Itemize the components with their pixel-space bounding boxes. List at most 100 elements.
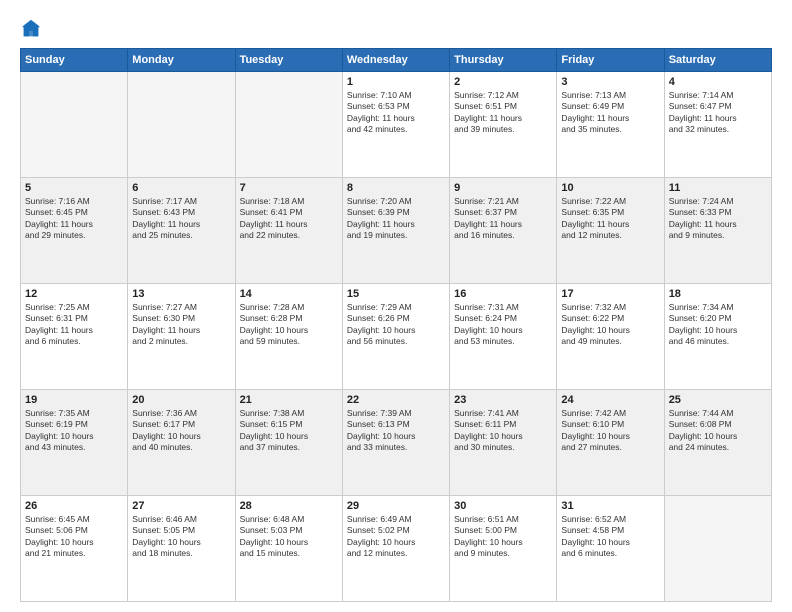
day-number: 22	[347, 394, 445, 406]
calendar-cell: 9 Sunrise: 7:21 AM Sunset: 6:37 PM Daylig…	[450, 178, 557, 284]
calendar-cell: 28Sunrise: 6:48 AM Sunset: 5:03 PM Dayli…	[235, 496, 342, 602]
day-number: 14	[240, 288, 338, 300]
day-number: 9	[454, 182, 552, 194]
calendar-week-row: 1Sunrise: 7:10 AM Sunset: 6:53 PM Daylig…	[21, 72, 772, 178]
weekday-header-friday: Friday	[557, 49, 664, 72]
calendar-cell: 13 Sunrise: 7:27 AM Sunset: 6:30 PM Dayli…	[128, 284, 235, 390]
day-info: Sunrise: 7:17 AM Sunset: 6:43 PM Dayligh…	[132, 196, 230, 242]
day-info: Sunrise: 7:42 AM Sunset: 6:10 PM Dayligh…	[561, 408, 659, 454]
day-info: Sunrise: 7:14 AM Sunset: 6:47 PM Dayligh…	[669, 90, 767, 136]
calendar-week-row: 19 Sunrise: 7:35 AM Sunset: 6:19 PM Dayli…	[21, 390, 772, 496]
header	[20, 18, 772, 40]
day-number: 2	[454, 76, 552, 88]
calendar-cell	[128, 72, 235, 178]
day-info: Sunrise: 7:34 AM Sunset: 6:20 PM Dayligh…	[669, 302, 767, 348]
day-info: Sunrise: 6:49 AM Sunset: 5:02 PM Dayligh…	[347, 514, 445, 560]
calendar-table: SundayMondayTuesdayWednesdayThursdayFrid…	[20, 48, 772, 602]
day-number: 21	[240, 394, 338, 406]
day-number: 25	[669, 394, 767, 406]
calendar-cell: 11 Sunrise: 7:24 AM Sunset: 6:33 PM Dayli…	[664, 178, 771, 284]
day-number: 16	[454, 288, 552, 300]
calendar-cell: 26 Sunrise: 6:45 AM Sunset: 5:06 PM Dayli…	[21, 496, 128, 602]
day-info: Sunrise: 7:44 AM Sunset: 6:08 PM Dayligh…	[669, 408, 767, 454]
calendar-cell: 8Sunrise: 7:20 AM Sunset: 6:39 PM Daylig…	[342, 178, 449, 284]
calendar-cell: 20 Sunrise: 7:36 AM Sunset: 6:17 PM Dayli…	[128, 390, 235, 496]
weekday-header-tuesday: Tuesday	[235, 49, 342, 72]
calendar-cell: 19 Sunrise: 7:35 AM Sunset: 6:19 PM Dayli…	[21, 390, 128, 496]
day-info: Sunrise: 7:21 AM Sunset: 6:37 PM Dayligh…	[454, 196, 552, 242]
calendar-cell: 16 Sunrise: 7:31 AM Sunset: 6:24 PM Dayli…	[450, 284, 557, 390]
calendar-cell	[235, 72, 342, 178]
calendar-cell: 27 Sunrise: 6:46 AM Sunset: 5:05 PM Dayli…	[128, 496, 235, 602]
day-number: 27	[132, 500, 230, 512]
day-number: 11	[669, 182, 767, 194]
day-info: Sunrise: 7:13 AM Sunset: 6:49 PM Dayligh…	[561, 90, 659, 136]
day-info: Sunrise: 7:12 AM Sunset: 6:51 PM Dayligh…	[454, 90, 552, 136]
day-info: Sunrise: 6:46 AM Sunset: 5:05 PM Dayligh…	[132, 514, 230, 560]
calendar-week-row: 26 Sunrise: 6:45 AM Sunset: 5:06 PM Dayli…	[21, 496, 772, 602]
day-info: Sunrise: 7:16 AM Sunset: 6:45 PM Dayligh…	[25, 196, 123, 242]
calendar-cell	[664, 496, 771, 602]
calendar-cell: 3 Sunrise: 7:13 AM Sunset: 6:49 PM Daylig…	[557, 72, 664, 178]
day-number: 28	[240, 500, 338, 512]
day-number: 19	[25, 394, 123, 406]
day-number: 1	[347, 76, 445, 88]
day-info: Sunrise: 7:27 AM Sunset: 6:30 PM Dayligh…	[132, 302, 230, 348]
calendar-cell: 12Sunrise: 7:25 AM Sunset: 6:31 PM Dayli…	[21, 284, 128, 390]
calendar-cell: 22 Sunrise: 7:39 AM Sunset: 6:13 PM Dayli…	[342, 390, 449, 496]
calendar-cell: 1Sunrise: 7:10 AM Sunset: 6:53 PM Daylig…	[342, 72, 449, 178]
day-info: Sunrise: 7:28 AM Sunset: 6:28 PM Dayligh…	[240, 302, 338, 348]
calendar-cell: 10 Sunrise: 7:22 AM Sunset: 6:35 PM Dayli…	[557, 178, 664, 284]
day-info: Sunrise: 7:36 AM Sunset: 6:17 PM Dayligh…	[132, 408, 230, 454]
day-number: 24	[561, 394, 659, 406]
calendar-cell: 14 Sunrise: 7:28 AM Sunset: 6:28 PM Dayli…	[235, 284, 342, 390]
calendar-cell: 21 Sunrise: 7:38 AM Sunset: 6:15 PM Dayli…	[235, 390, 342, 496]
weekday-header-wednesday: Wednesday	[342, 49, 449, 72]
calendar-cell: 25 Sunrise: 7:44 AM Sunset: 6:08 PM Dayli…	[664, 390, 771, 496]
calendar-cell: 31 Sunrise: 6:52 AM Sunset: 4:58 PM Dayli…	[557, 496, 664, 602]
day-number: 20	[132, 394, 230, 406]
day-number: 3	[561, 76, 659, 88]
day-info: Sunrise: 7:18 AM Sunset: 6:41 PM Dayligh…	[240, 196, 338, 242]
day-info: Sunrise: 7:41 AM Sunset: 6:11 PM Dayligh…	[454, 408, 552, 454]
day-info: Sunrise: 6:51 AM Sunset: 5:00 PM Dayligh…	[454, 514, 552, 560]
day-info: Sunrise: 7:35 AM Sunset: 6:19 PM Dayligh…	[25, 408, 123, 454]
day-number: 31	[561, 500, 659, 512]
day-number: 23	[454, 394, 552, 406]
day-number: 5	[25, 182, 123, 194]
day-info: Sunrise: 7:29 AM Sunset: 6:26 PM Dayligh…	[347, 302, 445, 348]
calendar-cell: 5 Sunrise: 7:16 AM Sunset: 6:45 PM Daylig…	[21, 178, 128, 284]
calendar-cell: 4Sunrise: 7:14 AM Sunset: 6:47 PM Daylig…	[664, 72, 771, 178]
day-info: Sunrise: 7:20 AM Sunset: 6:39 PM Dayligh…	[347, 196, 445, 242]
calendar-cell: 23 Sunrise: 7:41 AM Sunset: 6:11 PM Dayli…	[450, 390, 557, 496]
logo	[20, 18, 46, 40]
day-number: 13	[132, 288, 230, 300]
day-number: 17	[561, 288, 659, 300]
weekday-header-sunday: Sunday	[21, 49, 128, 72]
calendar-cell: 15Sunrise: 7:29 AM Sunset: 6:26 PM Dayli…	[342, 284, 449, 390]
day-number: 26	[25, 500, 123, 512]
weekday-header-thursday: Thursday	[450, 49, 557, 72]
weekday-header-saturday: Saturday	[664, 49, 771, 72]
calendar-cell: 6 Sunrise: 7:17 AM Sunset: 6:43 PM Daylig…	[128, 178, 235, 284]
day-info: Sunrise: 6:45 AM Sunset: 5:06 PM Dayligh…	[25, 514, 123, 560]
day-info: Sunrise: 7:24 AM Sunset: 6:33 PM Dayligh…	[669, 196, 767, 242]
day-info: Sunrise: 7:32 AM Sunset: 6:22 PM Dayligh…	[561, 302, 659, 348]
calendar-cell: 2 Sunrise: 7:12 AM Sunset: 6:51 PM Daylig…	[450, 72, 557, 178]
day-info: Sunrise: 7:38 AM Sunset: 6:15 PM Dayligh…	[240, 408, 338, 454]
calendar-cell: 7 Sunrise: 7:18 AM Sunset: 6:41 PM Daylig…	[235, 178, 342, 284]
calendar-cell: 17 Sunrise: 7:32 AM Sunset: 6:22 PM Dayli…	[557, 284, 664, 390]
calendar-week-row: 12Sunrise: 7:25 AM Sunset: 6:31 PM Dayli…	[21, 284, 772, 390]
calendar-cell	[21, 72, 128, 178]
day-number: 6	[132, 182, 230, 194]
day-number: 7	[240, 182, 338, 194]
day-number: 10	[561, 182, 659, 194]
day-number: 30	[454, 500, 552, 512]
day-info: Sunrise: 7:22 AM Sunset: 6:35 PM Dayligh…	[561, 196, 659, 242]
day-number: 18	[669, 288, 767, 300]
logo-icon	[20, 18, 42, 40]
day-info: Sunrise: 7:39 AM Sunset: 6:13 PM Dayligh…	[347, 408, 445, 454]
day-info: Sunrise: 6:52 AM Sunset: 4:58 PM Dayligh…	[561, 514, 659, 560]
weekday-header-monday: Monday	[128, 49, 235, 72]
day-info: Sunrise: 7:31 AM Sunset: 6:24 PM Dayligh…	[454, 302, 552, 348]
